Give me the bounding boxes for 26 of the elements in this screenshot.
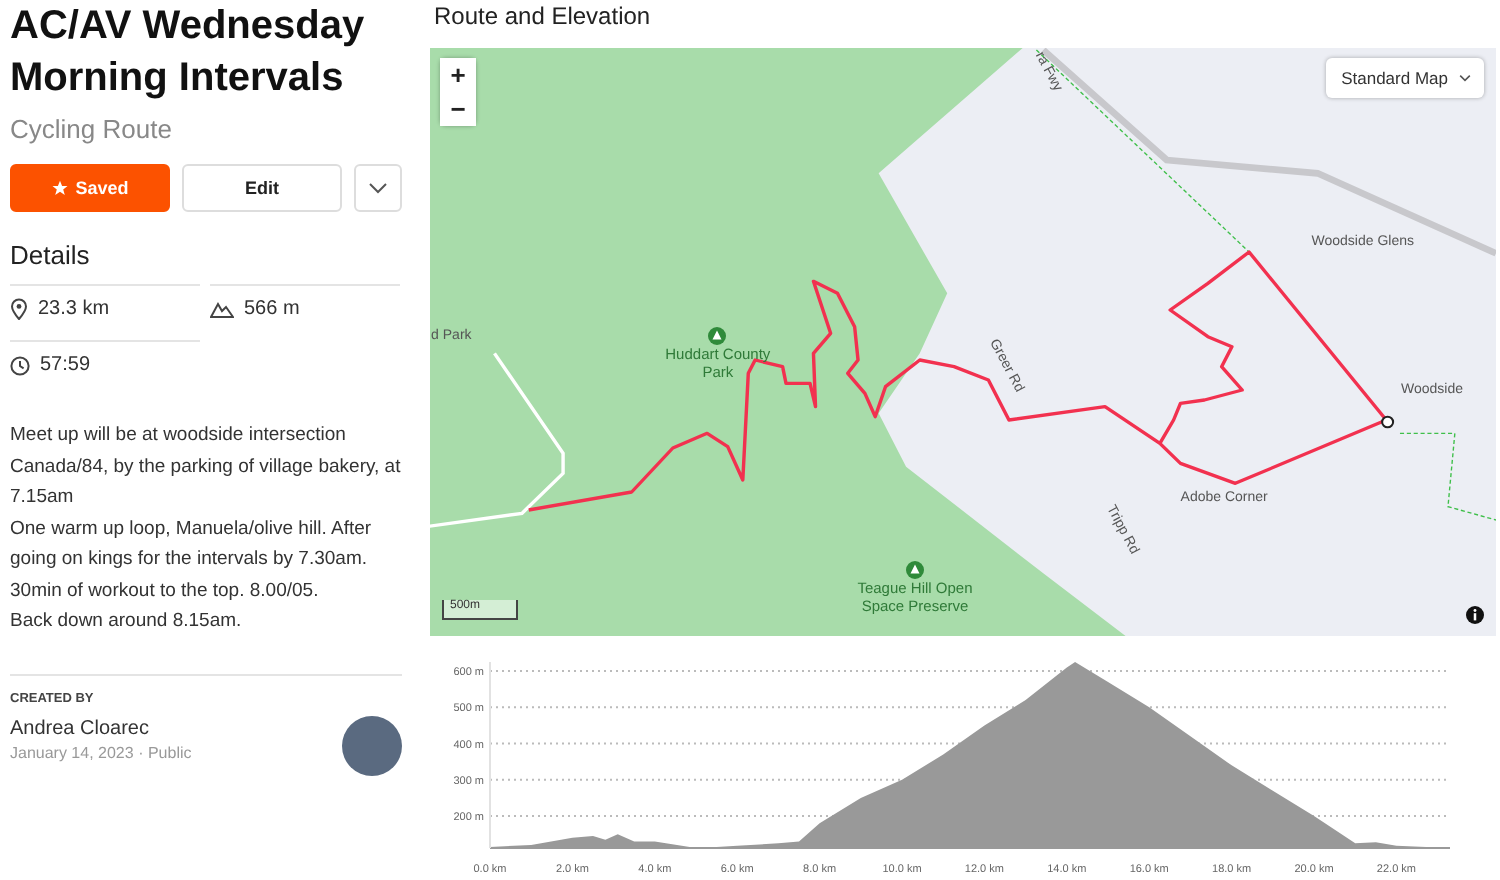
details-heading: Details: [10, 240, 92, 270]
clock-icon: [10, 355, 30, 375]
map-style-dropdown[interactable]: Standard Map: [1325, 58, 1484, 98]
creator-name[interactable]: Andrea Cloarec: [10, 717, 192, 739]
info-icon[interactable]: [1466, 606, 1484, 624]
location-pin-icon: [10, 298, 28, 320]
description-text: One warm up loop, Manuela/olive hill. After going on kings for the intervals by 7.30am. 30min of workout to the top. 8.00/05.: [10, 515, 374, 605]
tree-icon: [906, 561, 924, 580]
stat-value: 57:59: [40, 354, 91, 376]
stat-value: 23.3 km: [38, 298, 110, 320]
edit-button[interactable]: Edit: [182, 164, 342, 212]
star-icon: [51, 180, 68, 196]
zoom-in-button[interactable]: +: [440, 58, 476, 92]
route-type: Cycling Route: [10, 114, 174, 144]
avatar[interactable]: [342, 715, 402, 775]
created-date: January 14, 2023 · Public: [10, 743, 192, 761]
chevron-down-icon: [1458, 74, 1472, 82]
description-text: Meet up will be at woodside intersection Canada/84, by the parking of village bakery, at 7.15am: [10, 422, 402, 512]
description-text: Back down around 8.15am.: [10, 608, 244, 636]
route-title: AC/AV Wednesday Morning Intervals: [10, 2, 367, 104]
stat-value: 566 m: [244, 298, 300, 320]
chevron-down-icon: [368, 182, 388, 194]
mountain-icon: [210, 300, 234, 318]
tree-icon: [708, 326, 727, 345]
zoom-out-button[interactable]: −: [440, 92, 476, 126]
section-heading: Route and Elevation: [432, 0, 653, 34]
